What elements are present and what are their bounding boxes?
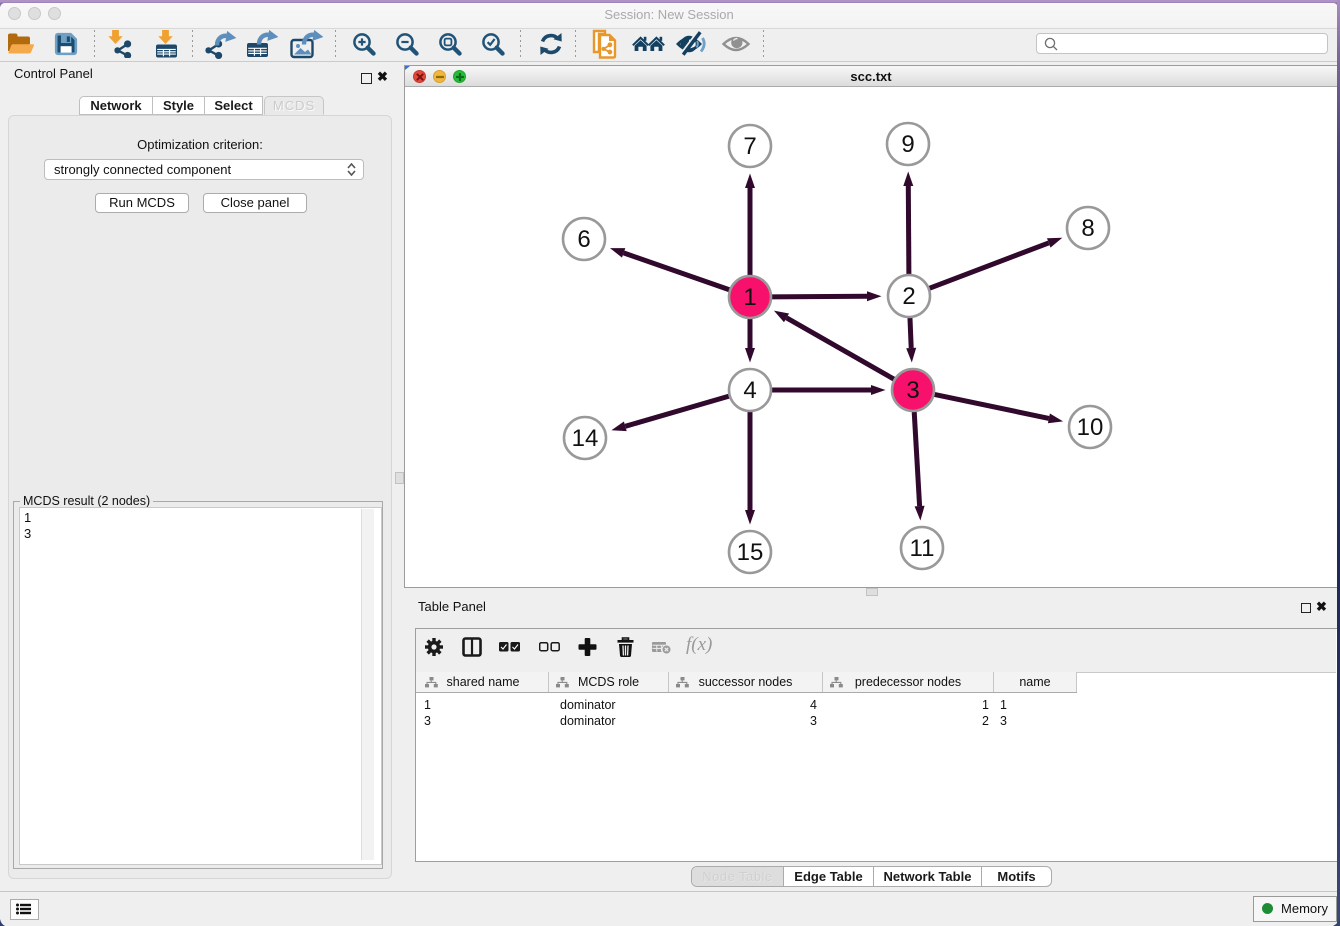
svg-text:10: 10 (1077, 414, 1104, 441)
svg-text:8: 8 (1081, 215, 1094, 242)
svg-text:2: 2 (902, 283, 915, 310)
svg-text:6: 6 (577, 226, 590, 253)
svg-text:1: 1 (743, 284, 756, 311)
svg-text:4: 4 (743, 377, 756, 404)
svg-text:7: 7 (743, 133, 756, 160)
svg-text:15: 15 (737, 539, 764, 566)
svg-text:3: 3 (906, 377, 919, 404)
svg-text:11: 11 (910, 535, 935, 562)
svg-text:14: 14 (572, 425, 599, 452)
svg-text:9: 9 (901, 131, 914, 158)
